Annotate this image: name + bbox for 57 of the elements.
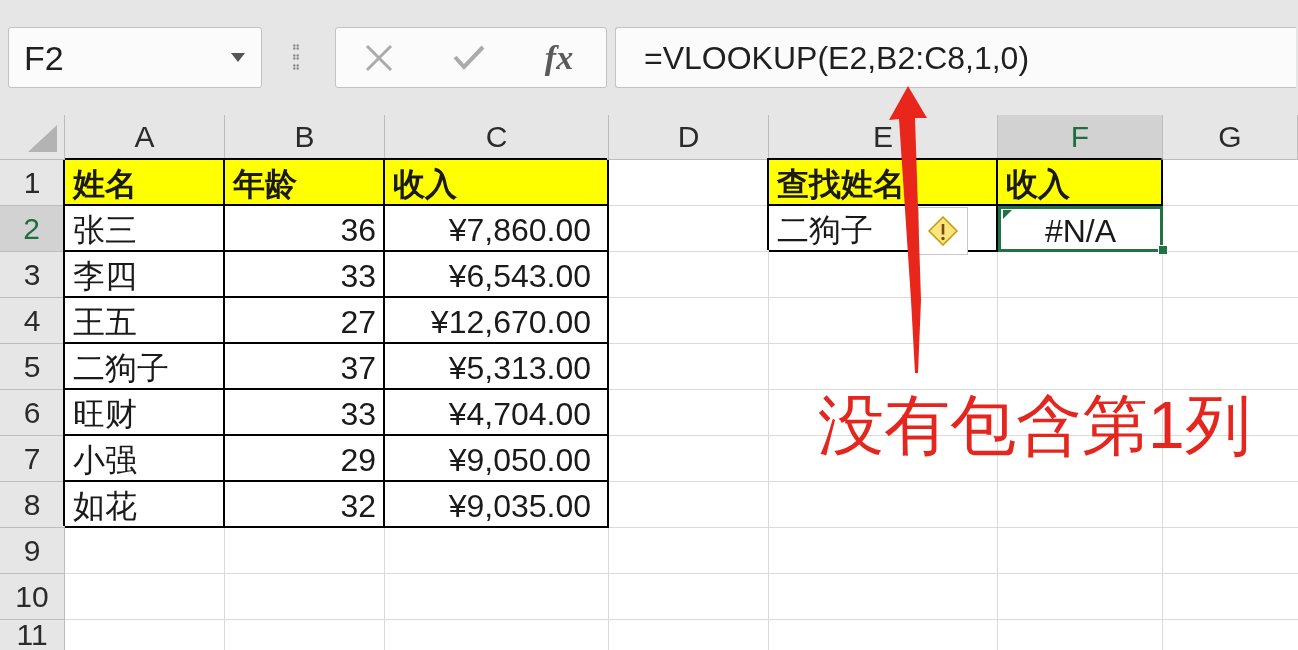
error-indicator-icon	[1003, 210, 1012, 219]
annotation-text: 没有包含第1列	[818, 394, 1251, 456]
row-header[interactable]: 7	[0, 436, 65, 482]
table-header-cell: 收入	[385, 160, 609, 206]
table-cell: ¥9,035.00	[385, 482, 609, 528]
triangle-icon	[28, 125, 57, 152]
column-header[interactable]: A	[65, 115, 225, 160]
error-options-button[interactable]	[918, 207, 968, 255]
table-cell: 王五	[65, 298, 225, 344]
cross-icon	[365, 43, 393, 72]
table-cell: 29	[225, 436, 385, 482]
table-cell: 旺财	[65, 390, 225, 436]
table-cell: ¥12,670.00	[385, 298, 609, 344]
table-cell: 二狗子	[65, 344, 225, 390]
fill-handle[interactable]	[1158, 245, 1168, 255]
table-cell: 33	[225, 390, 385, 436]
select-all-button[interactable]	[0, 115, 65, 160]
insert-function-button[interactable]: fx	[531, 34, 587, 81]
row-header[interactable]: 11	[0, 620, 65, 650]
table-cell: ¥7,860.00	[385, 206, 609, 252]
row-header[interactable]: 4	[0, 298, 65, 344]
row-header[interactable]: 3	[0, 252, 65, 298]
row-header[interactable]: 5	[0, 344, 65, 390]
table-cell: 李四	[65, 252, 225, 298]
column-header[interactable]: F	[998, 115, 1163, 160]
column-header[interactable]: G	[1163, 115, 1298, 160]
table-header-cell: 收入	[998, 160, 1163, 206]
table-cell: 33	[225, 252, 385, 298]
table-cell: ¥6,543.00	[385, 252, 609, 298]
column-header[interactable]: D	[609, 115, 769, 160]
row-header[interactable]: 1	[0, 160, 65, 206]
table-header-cell: 年龄	[225, 160, 385, 206]
column-header[interactable]: C	[385, 115, 609, 160]
warning-icon	[928, 216, 958, 246]
table-cell: ¥5,313.00	[385, 344, 609, 390]
error-value: #N/A	[1044, 215, 1117, 247]
table-cell: 32	[225, 482, 385, 528]
grip-icon[interactable]	[293, 44, 299, 70]
table-header-cell: 姓名	[65, 160, 225, 206]
row-header[interactable]: 10	[0, 574, 65, 620]
row-header[interactable]: 6	[0, 390, 65, 436]
row-header[interactable]: 2	[0, 206, 65, 252]
table-cell: 36	[225, 206, 385, 252]
table-cell: ¥4,704.00	[385, 390, 609, 436]
table-cell: 张三	[65, 206, 225, 252]
row-header[interactable]: 9	[0, 528, 65, 574]
table-cell: 37	[225, 344, 385, 390]
check-icon	[453, 45, 485, 70]
formula-bar[interactable]: =VLOOKUP(E2,B2:C8,1,0)	[615, 27, 1296, 88]
table-cell: 如花	[65, 482, 225, 528]
row-header[interactable]: 8	[0, 482, 65, 528]
table-cell: 27	[225, 298, 385, 344]
column-header[interactable]: B	[225, 115, 385, 160]
caret-icon[interactable]	[231, 53, 245, 62]
table-cell: ¥9,050.00	[385, 436, 609, 482]
table-cell: 小强	[65, 436, 225, 482]
name-box[interactable]: F2	[8, 27, 262, 88]
